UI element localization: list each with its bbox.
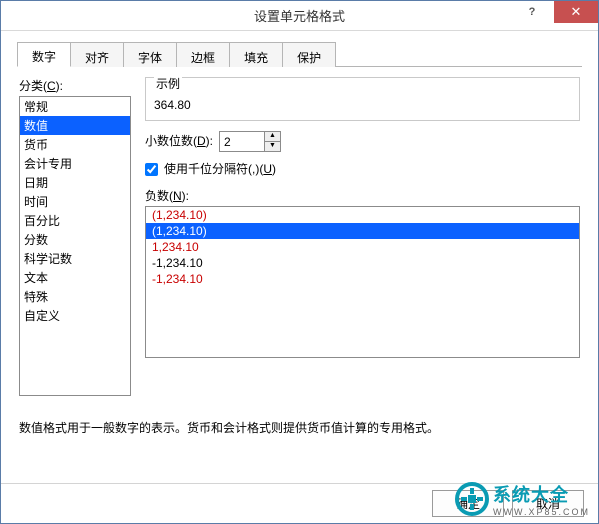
- spin-buttons: ▲ ▼: [264, 132, 280, 151]
- dialog-window: 设置单元格格式 ? ✕ 数字对齐字体边框填充保护 分类(C): 常规数值货币会计…: [0, 0, 599, 524]
- category-item[interactable]: 分数: [20, 230, 130, 249]
- cancel-button[interactable]: 取消: [512, 490, 584, 517]
- tab-2[interactable]: 字体: [123, 42, 177, 67]
- example-group: 示例 364.80: [145, 77, 580, 121]
- tab-0[interactable]: 数字: [17, 42, 71, 67]
- decimal-spinner[interactable]: ▲ ▼: [219, 131, 281, 152]
- category-item[interactable]: 特殊: [20, 287, 130, 306]
- spin-up-icon[interactable]: ▲: [265, 132, 280, 142]
- category-item[interactable]: 日期: [20, 173, 130, 192]
- tab-4[interactable]: 填充: [229, 42, 283, 67]
- tab-3[interactable]: 边框: [176, 42, 230, 67]
- thousands-row: 使用千位分隔符(,)(U): [145, 160, 580, 179]
- thousands-label: 使用千位分隔符(,)(U): [164, 160, 276, 177]
- category-item[interactable]: 自定义: [20, 306, 130, 325]
- category-item[interactable]: 货币: [20, 135, 130, 154]
- category-item[interactable]: 数值: [20, 116, 130, 135]
- tab-1[interactable]: 对齐: [70, 42, 124, 67]
- close-button[interactable]: ✕: [554, 1, 598, 23]
- tab-5[interactable]: 保护: [282, 42, 336, 67]
- example-value: 364.80: [154, 98, 571, 112]
- negative-item[interactable]: -1,234.10: [146, 271, 579, 287]
- number-panel: 分类(C): 常规数值货币会计专用日期时间百分比分数科学记数文本特殊自定义 示例…: [17, 67, 582, 399]
- negative-listbox[interactable]: (1,234.10)(1,234.10)1,234.10-1,234.10-1,…: [145, 206, 580, 358]
- window-title: 设置单元格格式: [1, 6, 598, 25]
- window-controls: ? ✕: [510, 1, 598, 30]
- negative-item[interactable]: (1,234.10): [146, 207, 579, 223]
- decimal-input[interactable]: [220, 132, 264, 151]
- category-item[interactable]: 文本: [20, 268, 130, 287]
- footer: 确定 取消 系统大全 WWW.XP85.COM: [1, 483, 598, 523]
- client-area: 数字对齐字体边框填充保护 分类(C): 常规数值货币会计专用日期时间百分比分数科…: [1, 31, 598, 483]
- decimal-label: 小数位数(D):: [145, 132, 213, 149]
- tab-strip: 数字对齐字体边框填充保护: [17, 41, 582, 67]
- negative-item[interactable]: (1,234.10): [146, 223, 579, 239]
- spin-down-icon[interactable]: ▼: [265, 142, 280, 151]
- example-group-label: 示例: [154, 75, 182, 92]
- category-item[interactable]: 科学记数: [20, 249, 130, 268]
- category-item[interactable]: 常规: [20, 97, 130, 116]
- category-column: 分类(C): 常规数值货币会计专用日期时间百分比分数科学记数文本特殊自定义: [19, 77, 131, 399]
- ok-button[interactable]: 确定: [432, 490, 504, 517]
- category-item[interactable]: 百分比: [20, 211, 130, 230]
- decimal-row: 小数位数(D): ▲ ▼: [145, 131, 580, 152]
- format-description: 数值格式用于一般数字的表示。货币和会计格式则提供货币值计算的专用格式。: [17, 411, 582, 471]
- negative-label: 负数(N):: [145, 187, 580, 204]
- negative-item[interactable]: -1,234.10: [146, 255, 579, 271]
- category-item[interactable]: 会计专用: [20, 154, 130, 173]
- category-item[interactable]: 时间: [20, 192, 130, 211]
- settings-column: 示例 364.80 小数位数(D): ▲ ▼: [145, 77, 580, 399]
- category-label: 分类(C):: [19, 77, 131, 94]
- thousands-checkbox[interactable]: [145, 163, 158, 176]
- category-listbox[interactable]: 常规数值货币会计专用日期时间百分比分数科学记数文本特殊自定义: [19, 96, 131, 396]
- negative-item[interactable]: 1,234.10: [146, 239, 579, 255]
- titlebar: 设置单元格格式 ? ✕: [1, 1, 598, 31]
- help-button[interactable]: ?: [510, 1, 554, 23]
